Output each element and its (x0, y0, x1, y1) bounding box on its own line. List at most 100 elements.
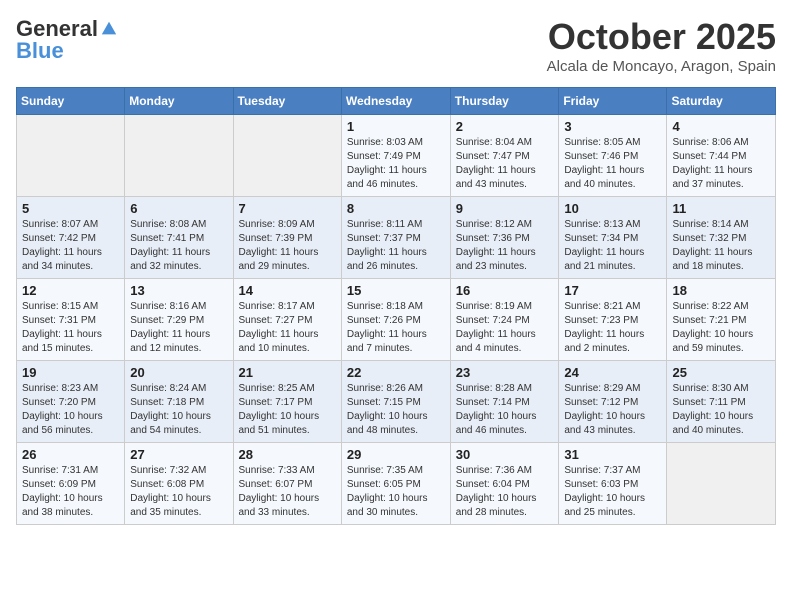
calendar-cell: 9Sunrise: 8:12 AM Sunset: 7:36 PM Daylig… (450, 197, 559, 279)
day-info: Sunrise: 8:26 AM Sunset: 7:15 PM Dayligh… (347, 382, 445, 438)
calendar-cell: 17Sunrise: 8:21 AM Sunset: 7:23 PM Dayli… (559, 279, 667, 361)
calendar-cell (17, 115, 125, 197)
calendar-cell (667, 443, 776, 525)
calendar-cell (233, 115, 341, 197)
calendar-cell (125, 115, 233, 197)
calendar-cell: 3Sunrise: 8:05 AM Sunset: 7:46 PM Daylig… (559, 115, 667, 197)
calendar-cell: 22 Sunrise: 8:26 AM Sunset: 7:15 PM Dayli… (341, 361, 450, 443)
calendar-cell: 24Sunrise: 8:29 AM Sunset: 7:12 PM Dayli… (559, 361, 667, 443)
day-info: Sunrise: 7:35 AM Sunset: 6:05 PM Dayligh… (347, 464, 445, 520)
day-info: Sunrise: 7:36 AM Sunset: 6:04 PM Dayligh… (456, 464, 554, 520)
calendar-body: 1 Sunrise: 8:03 AM Sunset: 7:49 PM Daylig… (17, 115, 776, 525)
calendar-cell: 25 Sunrise: 8:30 AM Sunset: 7:11 PM Dayli… (667, 361, 776, 443)
weekday-wednesday: Wednesday (341, 88, 450, 115)
calendar-cell: 8Sunrise: 8:11 AM Sunset: 7:37 PM Daylig… (341, 197, 450, 279)
calendar-cell: 11 Sunrise: 8:14 AM Sunset: 7:32 PM Dayli… (667, 197, 776, 279)
page-header: General Blue October 2025 Alcala de Monc… (16, 16, 776, 75)
day-number: 5 (22, 201, 119, 216)
day-number: 1 (347, 119, 445, 134)
calendar-cell: 21 Sunrise: 8:25 AM Sunset: 7:17 PM Dayli… (233, 361, 341, 443)
day-number: 26 (22, 447, 119, 462)
day-number: 25 (672, 365, 770, 380)
day-info: Sunrise: 8:18 AM Sunset: 7:26 PM Dayligh… (347, 300, 445, 356)
day-info: Sunrise: 8:16 AM Sunset: 7:29 PM Dayligh… (130, 300, 227, 356)
day-info: Sunrise: 8:19 AM Sunset: 7:24 PM Dayligh… (456, 300, 554, 356)
calendar-cell: 31 Sunrise: 7:37 AM Sunset: 6:03 PM Dayli… (559, 443, 667, 525)
calendar-cell: 13Sunrise: 8:16 AM Sunset: 7:29 PM Dayli… (125, 279, 233, 361)
day-number: 21 (239, 365, 336, 380)
calendar-cell: 1 Sunrise: 8:03 AM Sunset: 7:49 PM Daylig… (341, 115, 450, 197)
day-info: Sunrise: 8:08 AM Sunset: 7:41 PM Dayligh… (130, 218, 227, 274)
day-number: 9 (456, 201, 554, 216)
day-info: Sunrise: 8:11 AM Sunset: 7:37 PM Dayligh… (347, 218, 445, 274)
calendar-cell: 19 Sunrise: 8:23 AM Sunset: 7:20 PM Dayli… (17, 361, 125, 443)
day-number: 15 (347, 283, 445, 298)
day-info: Sunrise: 8:22 AM Sunset: 7:21 PM Dayligh… (672, 300, 770, 356)
day-info: Sunrise: 8:17 AM Sunset: 7:27 PM Dayligh… (239, 300, 336, 356)
week-row-0: 1 Sunrise: 8:03 AM Sunset: 7:49 PM Daylig… (17, 115, 776, 197)
calendar-cell: 14 Sunrise: 8:17 AM Sunset: 7:27 PM Dayli… (233, 279, 341, 361)
day-info: Sunrise: 7:37 AM Sunset: 6:03 PM Dayligh… (564, 464, 661, 520)
day-info: Sunrise: 8:09 AM Sunset: 7:39 PM Dayligh… (239, 218, 336, 274)
calendar-cell: 30 Sunrise: 7:36 AM Sunset: 6:04 PM Dayli… (450, 443, 559, 525)
day-number: 31 (564, 447, 661, 462)
calendar-cell: 5 Sunrise: 8:07 AM Sunset: 7:42 PM Daylig… (17, 197, 125, 279)
day-number: 17 (564, 283, 661, 298)
day-info: Sunrise: 8:30 AM Sunset: 7:11 PM Dayligh… (672, 382, 770, 438)
day-number: 12 (22, 283, 119, 298)
day-info: Sunrise: 8:14 AM Sunset: 7:32 PM Dayligh… (672, 218, 770, 274)
week-row-3: 19 Sunrise: 8:23 AM Sunset: 7:20 PM Dayli… (17, 361, 776, 443)
day-number: 20 (130, 365, 227, 380)
calendar-cell: 12 Sunrise: 8:15 AM Sunset: 7:31 PM Dayli… (17, 279, 125, 361)
weekday-saturday: Saturday (667, 88, 776, 115)
day-number: 10 (564, 201, 661, 216)
logo-blue-text: Blue (16, 38, 64, 64)
day-info: Sunrise: 8:28 AM Sunset: 7:14 PM Dayligh… (456, 382, 554, 438)
day-number: 30 (456, 447, 554, 462)
calendar-cell: 2 Sunrise: 8:04 AM Sunset: 7:47 PM Daylig… (450, 115, 559, 197)
calendar-cell: 23 Sunrise: 8:28 AM Sunset: 7:14 PM Dayli… (450, 361, 559, 443)
month-title: October 2025 (547, 16, 776, 58)
day-number: 19 (22, 365, 119, 380)
day-info: Sunrise: 8:15 AM Sunset: 7:31 PM Dayligh… (22, 300, 119, 356)
day-info: Sunrise: 8:24 AM Sunset: 7:18 PM Dayligh… (130, 382, 227, 438)
calendar-cell: 4Sunrise: 8:06 AM Sunset: 7:44 PM Daylig… (667, 115, 776, 197)
day-info: Sunrise: 8:07 AM Sunset: 7:42 PM Dayligh… (22, 218, 119, 274)
day-info: Sunrise: 8:13 AM Sunset: 7:34 PM Dayligh… (564, 218, 661, 274)
day-number: 11 (672, 201, 770, 216)
day-number: 22 (347, 365, 445, 380)
day-info: Sunrise: 7:33 AM Sunset: 6:07 PM Dayligh… (239, 464, 336, 520)
day-info: Sunrise: 8:25 AM Sunset: 7:17 PM Dayligh… (239, 382, 336, 438)
calendar-cell: 18 Sunrise: 8:22 AM Sunset: 7:21 PM Dayli… (667, 279, 776, 361)
calendar-cell: 6 Sunrise: 8:08 AM Sunset: 7:41 PM Daylig… (125, 197, 233, 279)
day-number: 4 (672, 119, 770, 134)
day-number: 2 (456, 119, 554, 134)
week-row-1: 5 Sunrise: 8:07 AM Sunset: 7:42 PM Daylig… (17, 197, 776, 279)
weekday-sunday: Sunday (17, 88, 125, 115)
logo-icon (100, 20, 118, 38)
day-number: 6 (130, 201, 227, 216)
day-info: Sunrise: 8:04 AM Sunset: 7:47 PM Dayligh… (456, 136, 554, 192)
day-number: 18 (672, 283, 770, 298)
day-info: Sunrise: 8:03 AM Sunset: 7:49 PM Dayligh… (347, 136, 445, 192)
day-number: 14 (239, 283, 336, 298)
day-number: 23 (456, 365, 554, 380)
day-info: Sunrise: 8:23 AM Sunset: 7:20 PM Dayligh… (22, 382, 119, 438)
week-row-4: 26Sunrise: 7:31 AM Sunset: 6:09 PM Dayli… (17, 443, 776, 525)
weekday-thursday: Thursday (450, 88, 559, 115)
day-number: 27 (130, 447, 227, 462)
logo: General Blue (16, 16, 118, 64)
calendar-cell: 16 Sunrise: 8:19 AM Sunset: 7:24 PM Dayli… (450, 279, 559, 361)
location-text: Alcala de Moncayo, Aragon, Spain (547, 58, 776, 75)
calendar-table: SundayMondayTuesdayWednesdayThursdayFrid… (16, 87, 776, 525)
calendar-cell: 26Sunrise: 7:31 AM Sunset: 6:09 PM Dayli… (17, 443, 125, 525)
day-number: 3 (564, 119, 661, 134)
title-block: October 2025 Alcala de Moncayo, Aragon, … (547, 16, 776, 75)
weekday-header-row: SundayMondayTuesdayWednesdayThursdayFrid… (17, 88, 776, 115)
weekday-monday: Monday (125, 88, 233, 115)
day-number: 28 (239, 447, 336, 462)
day-number: 16 (456, 283, 554, 298)
day-number: 29 (347, 447, 445, 462)
calendar-cell: 20 Sunrise: 8:24 AM Sunset: 7:18 PM Dayli… (125, 361, 233, 443)
weekday-tuesday: Tuesday (233, 88, 341, 115)
